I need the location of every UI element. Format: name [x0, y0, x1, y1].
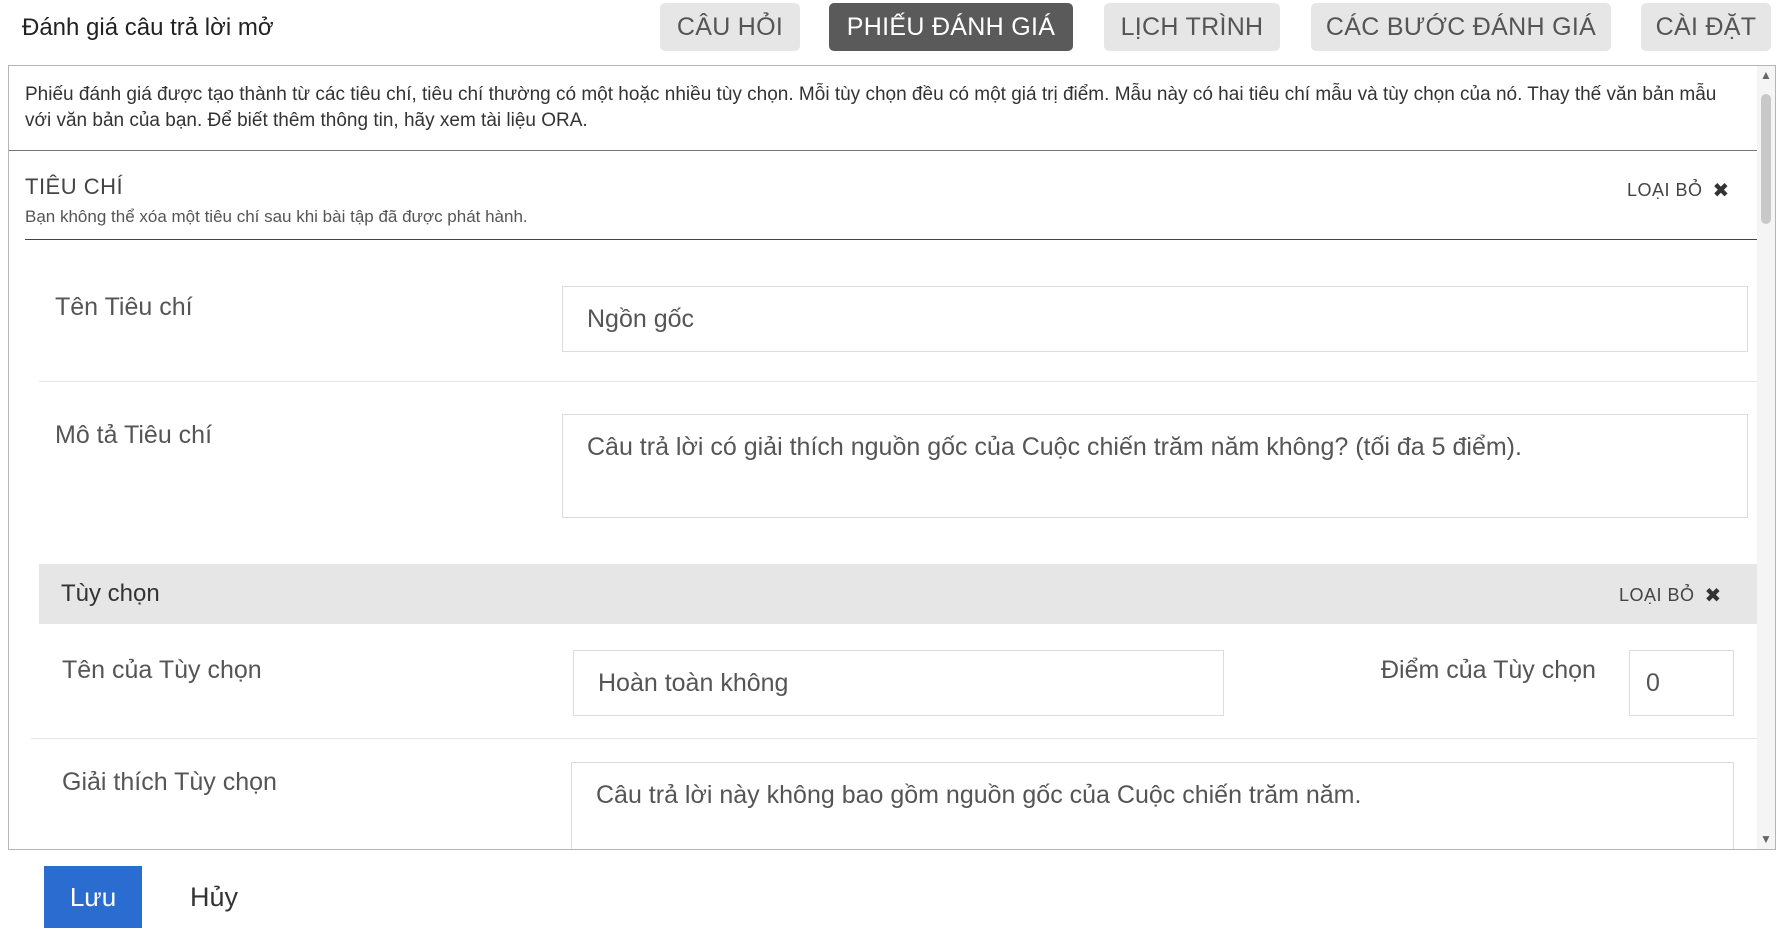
- remove-label: LOẠI BỎ: [1619, 585, 1695, 605]
- scroll-down-icon[interactable]: ▼: [1760, 832, 1772, 846]
- criterion-description-label: Mô tả Tiêu chí: [55, 421, 213, 449]
- divider: [31, 738, 1758, 739]
- rubric-panel: Phiếu đánh giá được tạo thành từ các tiê…: [8, 65, 1776, 850]
- criterion-name-input[interactable]: Ngồn gốc: [562, 286, 1748, 352]
- criterion-name-label: Tên Tiêu chí: [55, 293, 193, 321]
- header: Đánh giá câu trả lời mở CÂU HỎI PHIẾU ĐÁ…: [0, 0, 1785, 56]
- divider: [39, 381, 1758, 382]
- remove-label: LOẠI BỎ: [1627, 180, 1703, 200]
- remove-option-button[interactable]: LOẠI BỎ ✖: [1619, 583, 1722, 608]
- tab-rubric[interactable]: PHIẾU ĐÁNH GIÁ: [829, 3, 1073, 51]
- close-icon: ✖: [1704, 585, 1722, 607]
- option-name-label: Tên của Tùy chọn: [62, 656, 262, 684]
- remove-criterion-button[interactable]: LOẠI BỎ ✖: [1627, 178, 1730, 203]
- page-title: Đánh giá câu trả lời mở: [22, 14, 274, 41]
- option-points-label: Điểm của Tùy chọn: [1381, 656, 1596, 684]
- divider: [25, 239, 1758, 240]
- cancel-button[interactable]: Hủy: [190, 866, 238, 928]
- scroll-thumb[interactable]: [1761, 94, 1771, 224]
- scroll-up-icon[interactable]: ▲: [1760, 68, 1772, 82]
- criterion-description-input[interactable]: Câu trả lời có giải thích nguồn gốc của …: [562, 414, 1748, 518]
- option-header: Tùy chọn LOẠI BỎ ✖: [39, 564, 1758, 624]
- tab-questions[interactable]: CÂU HỎI: [660, 3, 800, 51]
- criterion-heading: TIÊU CHÍ: [25, 174, 124, 199]
- tab-schedule[interactable]: LỊCH TRÌNH: [1104, 3, 1280, 51]
- divider: [9, 150, 1758, 151]
- criterion-note: Bạn không thể xóa một tiêu chí sau khi b…: [25, 207, 528, 226]
- option-heading: Tùy chọn: [61, 580, 160, 607]
- scrollbar[interactable]: ▲ ▼: [1757, 66, 1775, 849]
- tab-assessment-steps[interactable]: CÁC BƯỚC ĐÁNH GIÁ: [1311, 3, 1611, 51]
- option-name-input[interactable]: Hoàn toàn không: [573, 650, 1224, 716]
- save-button[interactable]: Lưu: [44, 866, 142, 928]
- close-icon: ✖: [1712, 180, 1730, 202]
- option-explanation-label: Giải thích Tùy chọn: [62, 768, 277, 796]
- option-explanation-input[interactable]: Câu trả lời này không bao gồm nguồn gốc …: [571, 762, 1734, 849]
- tab-settings[interactable]: CÀI ĐẶT: [1641, 3, 1771, 51]
- option-points-input[interactable]: 0: [1629, 650, 1734, 716]
- rubric-intro: Phiếu đánh giá được tạo thành từ các tiê…: [25, 84, 1717, 131]
